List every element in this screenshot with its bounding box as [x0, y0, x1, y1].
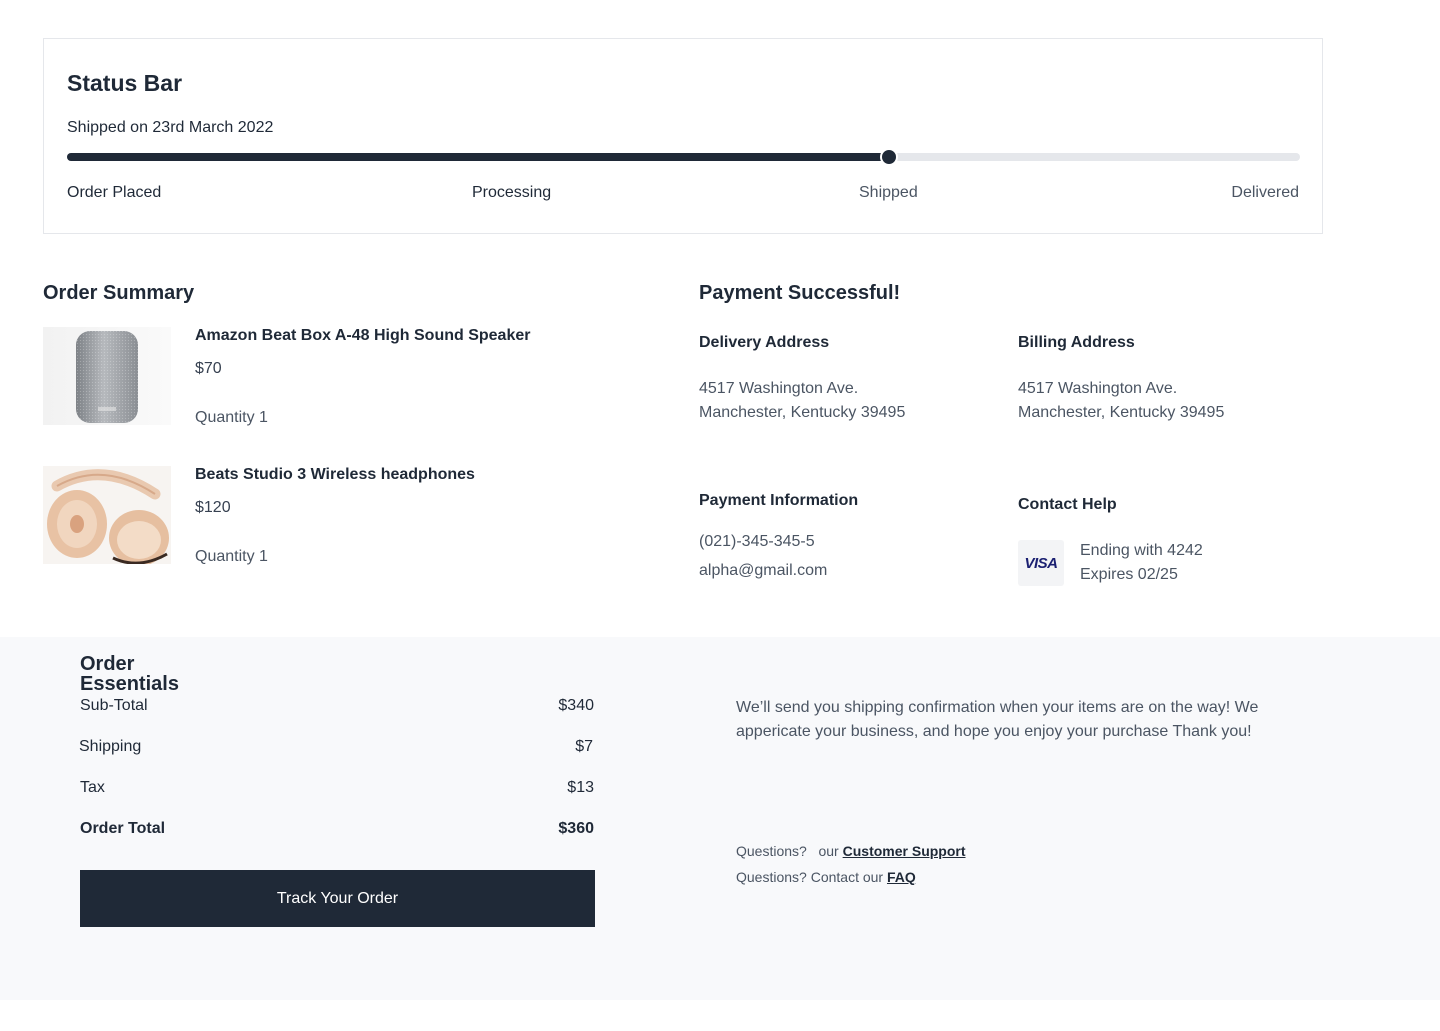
- support-prefix: Questions? our: [736, 843, 843, 859]
- step-shipped: Shipped: [859, 184, 918, 201]
- thank-you-message: We’ll send you shipping confirmation whe…: [736, 699, 1259, 740]
- item-price: $120: [195, 499, 231, 516]
- payment-title: Payment Successful!: [699, 282, 901, 304]
- status-title: Status Bar: [67, 70, 183, 96]
- step-delivered: Delivered: [1231, 184, 1299, 201]
- order-summary-title: Order Summary: [43, 282, 195, 304]
- order-item: Beats Studio 3 Wireless headphones $120 …: [43, 466, 643, 566]
- email-address[interactable]: alpha@gmail.com: [699, 559, 827, 583]
- order-footer: Order Essentials Sub-Total $340 Shipping…: [0, 637, 1440, 1000]
- item-quantity: Quantity 1: [195, 548, 268, 565]
- faq-link[interactable]: FAQ: [887, 869, 916, 885]
- visa-card-icon: VISA: [1018, 540, 1064, 586]
- billing-address-heading: Billing Address: [1018, 334, 1135, 351]
- payment-info-heading: Payment Information: [699, 492, 859, 509]
- card-brand: VISA: [1024, 554, 1058, 572]
- faq-line: Questions? Contact our FAQ: [736, 869, 916, 885]
- row-value: $13: [567, 779, 594, 796]
- item-quantity: Quantity 1: [195, 409, 268, 426]
- row-value: $7: [575, 738, 593, 755]
- track-order-button[interactable]: Track Your Order: [80, 870, 595, 927]
- billing-address-line2: Manchester, Kentucky 39495: [1018, 404, 1225, 421]
- item-name[interactable]: Amazon Beat Box A-48 High Sound Speaker: [195, 327, 530, 345]
- card-ending: Ending with 4242: [1080, 542, 1203, 559]
- contact-help-heading: Contact Help: [1018, 496, 1117, 513]
- step-order-placed: Order Placed: [67, 184, 162, 201]
- speaker-image: [43, 327, 171, 425]
- step-processing: Processing: [472, 184, 552, 201]
- item-price: $70: [195, 360, 222, 377]
- support-line: Questions? our Customer Support: [736, 843, 966, 859]
- row-value: $340: [558, 697, 594, 714]
- row-label: Order Total: [80, 820, 166, 837]
- progress-knob: [880, 148, 899, 166]
- row-label: Tax: [80, 779, 105, 796]
- customer-support-link[interactable]: Customer Support: [843, 843, 966, 859]
- item-name[interactable]: Beats Studio 3 Wireless headphones: [195, 466, 475, 484]
- delivery-address-line1: 4517 Washington Ave.: [699, 380, 859, 397]
- row-label: Sub-Total: [80, 697, 148, 714]
- row-label: Shipping: [79, 738, 142, 755]
- faq-prefix: Questions? Contact our: [736, 869, 887, 885]
- order-essentials-title: Order Essentials: [80, 653, 179, 695]
- progress-track: [67, 148, 1300, 166]
- progress-fill: [67, 153, 890, 161]
- order-item: Amazon Beat Box A-48 High Sound Speaker …: [43, 327, 643, 427]
- phone-number[interactable]: (021)-345-345-5: [699, 530, 815, 554]
- card-expiry: Expires 02/25: [1080, 566, 1178, 583]
- headphones-image: [43, 466, 171, 564]
- delivery-address-line2: Manchester, Kentucky 39495: [699, 404, 906, 421]
- status-subtitle: Shipped on 23rd March 2022: [67, 119, 274, 136]
- billing-address-line1: 4517 Washington Ave.: [1018, 380, 1178, 397]
- status-card: Status Bar Shipped on 23rd March 2022 Or…: [43, 38, 1323, 234]
- delivery-address-heading: Delivery Address: [699, 334, 830, 351]
- row-value: $360: [558, 820, 594, 837]
